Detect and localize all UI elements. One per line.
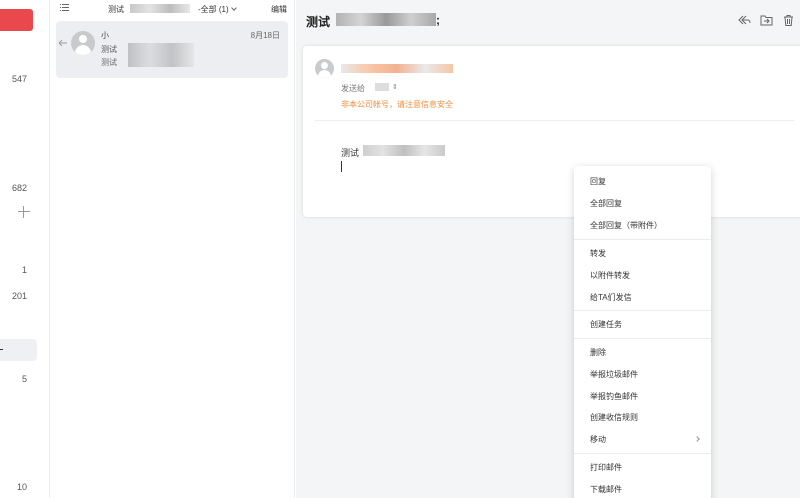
menu-item-reply-all-with-attachments[interactable]: 全部回复（带附件） [590,220,662,231]
message-list: 测试 -全部 (1) 编辑 小 8月18日 测试 测试 [50,0,295,498]
mail-title: 测试 [306,15,331,29]
menu-item-create-task[interactable]: 创建任务 [590,319,622,330]
edit-button[interactable]: 编辑 [271,4,287,15]
chevron-down-icon [230,5,237,11]
folder-count: 201 [11,291,27,301]
redacted-text [130,4,190,13]
divider [315,120,795,121]
menu-separator [574,239,711,240]
menu-item-delete[interactable]: 删除 [590,347,606,358]
menu-item-download[interactable]: 下载邮件 [590,484,622,495]
folder-count: 10 [16,482,27,492]
item-preview: 测试 [101,58,117,67]
selected-marker [0,349,3,351]
external-account-warning: 非本公司帐号，请注意信息安全 [341,100,453,109]
redacted-text [375,83,389,91]
item-date: 8月18日 [250,31,280,40]
folder-sidebar: 547 682 1 201 5 10 [0,0,50,498]
trash-icon[interactable] [782,14,795,26]
compose-button[interactable] [0,9,33,31]
avatar [71,31,95,55]
menu-item-forward[interactable]: 转发 [590,248,606,259]
list-menu-icon[interactable] [60,4,69,12]
reading-pane: 测试 ; 发送给 ⇕ 非本公司帐号，请注意信息安全 测试 [296,0,800,498]
menu-item-reply-all[interactable]: 全部回复 [590,198,622,209]
sender-avatar [315,59,334,78]
mail-card: 发送给 ⇕ 非本公司帐号，请注意信息安全 测试 [303,46,800,217]
menu-item-create-rule[interactable]: 创建收信规则 [590,412,638,423]
list-item[interactable]: 小 8月18日 测试 测试 [56,21,288,78]
redacted-text [336,13,436,26]
filter-label: -全部 (1) [198,5,229,14]
folder-count: 1 [21,265,27,275]
menu-item-print[interactable]: 打印邮件 [590,462,622,473]
item-subject: 测试 [101,45,117,54]
filter-dropdown[interactable]: -全部 (1) [198,4,237,15]
current-folder-name: 测试 [108,5,124,14]
mail-body-text: 测试 [341,148,360,158]
menu-separator [574,453,711,454]
text-caret [341,161,342,172]
menu-item-forward-as-attachment[interactable]: 以附件转发 [590,270,630,281]
context-menu: 回复 全部回复 全部回复（带附件） 转发 以附件转发 给TA们发信 创建任务 删… [574,166,711,498]
sidebar-item-selected[interactable] [0,339,37,361]
folder-count-inbox: 547 [11,74,27,84]
menu-separator [574,310,711,311]
redacted-sender [341,64,453,73]
redacted-text [128,43,194,67]
reply-all-icon[interactable] [738,14,751,26]
menu-item-report-phishing[interactable]: 举报钓鱼邮件 [590,391,638,402]
menu-item-send-to-them[interactable]: 给TA们发信 [590,292,632,303]
folder-count: 5 [21,374,27,384]
plus-icon[interactable] [18,206,30,218]
list-toolbar: 测试 -全部 (1) 编辑 [50,0,295,18]
menu-item-reply[interactable]: 回复 [590,176,606,187]
menu-separator [574,338,711,339]
move-to-folder-icon[interactable] [760,14,773,26]
item-sender: 小 [101,31,109,40]
reader-header: 测试 ; [296,0,800,42]
menu-item-move[interactable]: 移动 [590,434,606,445]
redacted-text [363,145,445,156]
folder-count: 682 [11,183,27,193]
title-suffix: ; [436,13,440,27]
expand-recipients-icon[interactable]: ⇕ [392,83,398,91]
recipients-label: 发送给 [341,84,365,93]
menu-item-report-spam[interactable]: 举报垃圾邮件 [590,369,638,380]
reply-icon [59,40,67,46]
chevron-right-icon [694,436,700,442]
